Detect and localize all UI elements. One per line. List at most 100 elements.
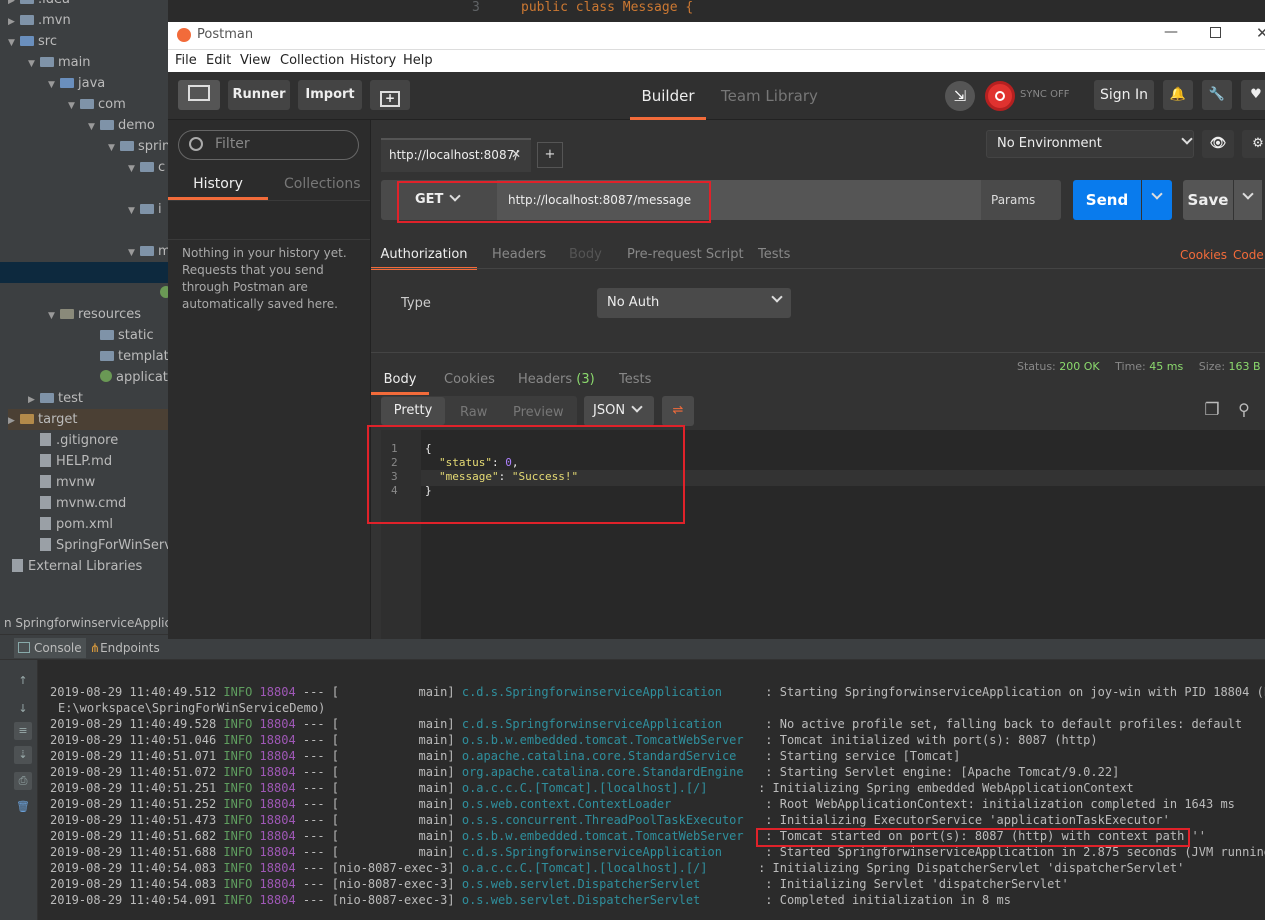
tree-item[interactable]: ▼ m [128,241,168,262]
format-select[interactable]: JSON [584,396,654,426]
settings-wrench-icon[interactable]: 🔧 [1202,80,1232,110]
tree-item[interactable]: ▼ src [8,31,57,52]
copy-icon[interactable]: ❐ [1201,400,1223,422]
tree-item[interactable]: ▼ i [128,199,162,220]
notifications-bell-icon[interactable]: 🔔 [1163,80,1193,110]
save-options-button[interactable] [1234,180,1262,220]
expand-arrow-icon[interactable]: ▼ [48,75,60,96]
tree-item[interactable]: ▶ test [28,388,83,409]
heart-icon[interactable]: ♥ [1241,80,1265,110]
tree-item[interactable]: pom.xml [28,514,113,535]
tree-item[interactable]: SpringForWinServiceD [28,535,168,556]
tree-item[interactable]: ▼ c [128,157,165,178]
menu-file[interactable]: File [175,52,197,70]
tree-item[interactable]: mvnw [28,472,95,493]
scroll-up-icon[interactable]: ↑ [14,672,32,690]
tree-item[interactable]: ▶ .mvn [8,10,71,31]
soft-wrap-icon[interactable]: ≡ [14,722,32,740]
import-button[interactable]: Import [298,80,362,110]
environment-select[interactable]: No Environment [986,130,1194,158]
runner-button[interactable]: Runner [228,80,290,110]
request-tab[interactable]: http://localhost:8087/ ✕ [381,138,531,172]
tab-headers[interactable]: Headers [492,244,546,266]
params-button[interactable]: Params [991,180,1055,220]
tab-tests[interactable]: Tests [758,244,790,266]
sign-in-button[interactable]: Sign In [1094,80,1154,110]
tree-item[interactable]: ▼ com [68,94,126,115]
tree-item[interactable]: ▼ sprin [108,136,168,157]
trash-icon[interactable]: 🗑 [14,798,32,816]
close-tab-icon[interactable]: ✕ [511,147,521,161]
print-icon[interactable]: ⎙ [14,772,32,790]
tree-item[interactable]: External Libraries [0,556,142,577]
minimize-icon[interactable]: — [1164,24,1178,40]
tab-endpoints[interactable]: ⋔Endpoints [86,638,164,658]
menu-history[interactable]: History [350,52,396,70]
tree-item[interactable]: static [88,325,154,346]
expand-arrow-icon[interactable]: ▼ [128,159,140,180]
tab-body[interactable]: Body [569,244,602,266]
run-config-tab[interactable]: n SpringforwinserviceApplic [0,612,168,634]
tab-collections[interactable]: Collections [284,170,361,200]
add-tab-button[interactable]: + [537,142,563,168]
tab-console[interactable]: Console [14,638,86,658]
tree-item[interactable]: HELP.md [28,451,112,472]
response-tab-tests[interactable]: Tests [619,368,651,392]
expand-arrow-icon[interactable]: ▼ [68,96,80,117]
expand-arrow-icon[interactable]: ▼ [28,54,40,75]
tree-item[interactable]: ▼ demo [88,115,155,136]
interceptor-icon[interactable]: ⇲ [945,81,975,111]
nav-team-library[interactable]: Team Library [721,72,818,120]
tree-item[interactable]: mvnw.cmd [28,493,126,514]
view-raw[interactable]: Raw [460,399,487,427]
scroll-down-icon[interactable]: ↓ [14,700,32,718]
menu-edit[interactable]: Edit [206,52,231,70]
tab-pre-request-script[interactable]: Pre-request Script [627,244,744,266]
expand-arrow-icon[interactable]: ▼ [48,306,60,327]
search-icon[interactable]: ⚲ [1233,400,1255,422]
response-tab-headers[interactable]: Headers (3) [518,368,595,392]
close-window-icon[interactable]: ✕ [1256,24,1265,42]
view-preview[interactable]: Preview [513,399,564,427]
tree-item[interactable] [0,262,168,283]
tree-item[interactable]: ▼ java [48,73,105,94]
expand-arrow-icon[interactable]: ▼ [108,138,120,159]
tree-item[interactable]: .gitignore [28,430,118,451]
expand-arrow-icon[interactable]: ▶ [28,390,40,411]
expand-arrow-icon[interactable]: ▶ [8,411,20,432]
maximize-icon[interactable] [1210,27,1221,38]
expand-arrow-icon[interactable]: ▼ [128,201,140,222]
menu-help[interactable]: Help [403,52,433,70]
nav-builder[interactable]: Builder [630,72,706,120]
response-tab-body[interactable]: Body [371,368,429,395]
code-link[interactable]: Code [1233,248,1264,262]
tree-item[interactable]: ▶.idea [8,0,70,10]
tab-history[interactable]: History [168,170,268,200]
sidebar-toggle-button[interactable] [178,80,220,110]
tree-item[interactable]: ▼ main [28,52,90,73]
save-button[interactable]: Save [1183,180,1233,220]
gear-icon[interactable]: ⚙ [1242,130,1265,158]
tree-item[interactable]: templates [88,346,168,367]
expand-arrow-icon[interactable]: ▼ [88,117,100,138]
expand-arrow-icon[interactable]: ▶ [8,12,20,33]
tree-item[interactable]: ▶ target [8,409,168,430]
tab-authorization[interactable]: Authorization [371,244,477,270]
expand-arrow-icon[interactable]: ▼ [128,243,140,264]
eye-icon[interactable]: 👁 [1202,130,1234,158]
send-options-button[interactable] [1142,180,1172,220]
sync-icon[interactable] [985,81,1015,111]
new-tab-button[interactable]: + [370,80,410,110]
filter-input[interactable]: Filter [178,130,359,160]
tree-item[interactable]: ▼ resources [48,304,141,325]
tree-item[interactable]: S [148,283,168,304]
response-tab-cookies[interactable]: Cookies [444,368,495,392]
expand-arrow-icon[interactable]: ▼ [8,33,20,54]
menu-collection[interactable]: Collection [280,52,344,70]
view-pretty[interactable]: Pretty [381,397,445,425]
menu-view[interactable]: View [240,52,271,70]
wrap-lines-icon[interactable]: ⇌ [662,396,694,426]
send-button[interactable]: Send [1073,180,1141,220]
auth-type-select[interactable]: No Auth [597,288,791,318]
scroll-to-end-icon[interactable]: ⇣ [14,746,32,764]
